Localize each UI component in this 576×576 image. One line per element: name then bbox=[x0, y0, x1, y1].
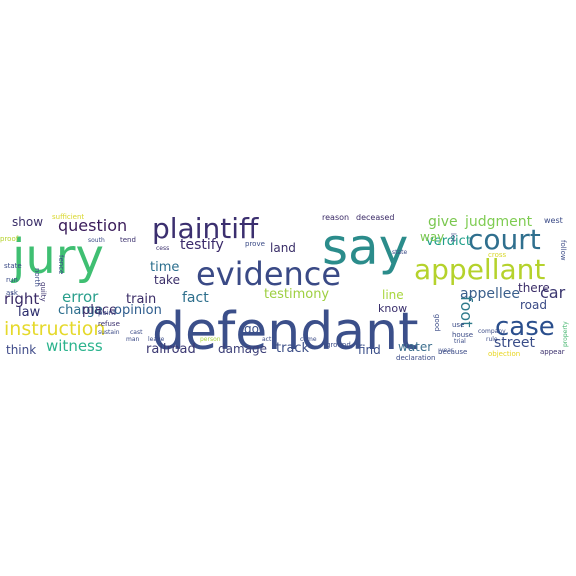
word-find: find bbox=[358, 343, 381, 357]
word-testify: testify bbox=[180, 237, 224, 253]
word-sustain: sustain bbox=[98, 329, 120, 336]
word-track: track bbox=[276, 341, 310, 356]
word-year: year bbox=[440, 347, 454, 354]
word-fact: fact bbox=[182, 290, 209, 306]
word-sufficient: sufficient bbox=[52, 213, 85, 221]
word-rule: rule bbox=[486, 336, 498, 343]
word-take: take bbox=[154, 273, 180, 287]
word-good: good bbox=[433, 314, 441, 332]
word-run: run bbox=[6, 276, 18, 284]
word-line: line bbox=[382, 288, 404, 302]
word-opinion: opinion bbox=[114, 303, 162, 318]
word-person: person bbox=[200, 336, 221, 343]
word-damage: damage bbox=[218, 342, 268, 356]
word-tend: tend bbox=[120, 236, 136, 244]
word-come: come bbox=[300, 336, 317, 343]
word-prove: prove bbox=[245, 240, 265, 248]
word-give: give bbox=[428, 214, 458, 230]
word-judgment: judgment bbox=[465, 214, 533, 230]
word-way: way bbox=[420, 230, 445, 244]
word-guilty: guilty bbox=[39, 282, 47, 302]
word-state-2: state bbox=[392, 249, 408, 256]
word-go: go bbox=[244, 322, 259, 336]
word-court: court bbox=[468, 223, 541, 256]
word-know: know bbox=[378, 302, 408, 315]
word-declaration: declaration bbox=[396, 354, 436, 362]
word-trial: trial bbox=[454, 338, 466, 345]
word-point: point bbox=[98, 309, 116, 317]
word-street: street bbox=[494, 335, 535, 351]
word-road: road bbox=[520, 298, 547, 312]
word-proof: proof bbox=[0, 235, 19, 243]
word-lot: lot bbox=[449, 233, 457, 242]
word-water: water bbox=[398, 340, 433, 354]
word-testimony: testimony bbox=[264, 287, 330, 302]
word-objection: objection bbox=[488, 350, 521, 358]
word-follow: follow bbox=[559, 240, 567, 261]
word-appear: appear bbox=[540, 348, 565, 356]
word-land: land bbox=[270, 241, 296, 255]
word-act: act bbox=[262, 336, 272, 343]
word-fence: fence bbox=[57, 255, 65, 275]
word-cross: cross bbox=[488, 251, 507, 259]
word-refuse: refuse bbox=[98, 320, 120, 328]
word-cess: cess bbox=[156, 245, 170, 252]
word-man: man bbox=[126, 336, 140, 343]
word-reason: reason bbox=[322, 213, 350, 222]
word-property: property bbox=[562, 321, 569, 347]
word-cloud: defendant say jury evidence plaintiff co… bbox=[0, 0, 576, 576]
word-appellant: appellant bbox=[414, 253, 546, 286]
word-evidence: evidence bbox=[196, 255, 342, 293]
word-show: show bbox=[12, 215, 44, 229]
word-law: law bbox=[18, 305, 41, 320]
word-think: think bbox=[6, 343, 37, 357]
word-south: south bbox=[88, 237, 105, 244]
word-railroad: railroad bbox=[146, 342, 196, 357]
word-west: west bbox=[544, 216, 563, 225]
word-there: there bbox=[518, 281, 550, 295]
word-ask: ask bbox=[6, 289, 18, 297]
word-leave: leave bbox=[148, 336, 165, 343]
word-witness: witness bbox=[46, 337, 103, 355]
word-deceased: deceased bbox=[356, 213, 395, 222]
word-ground: ground bbox=[326, 341, 351, 349]
word-state: state bbox=[4, 262, 22, 270]
word-use: use bbox=[452, 321, 465, 329]
word-company: company bbox=[478, 328, 506, 335]
